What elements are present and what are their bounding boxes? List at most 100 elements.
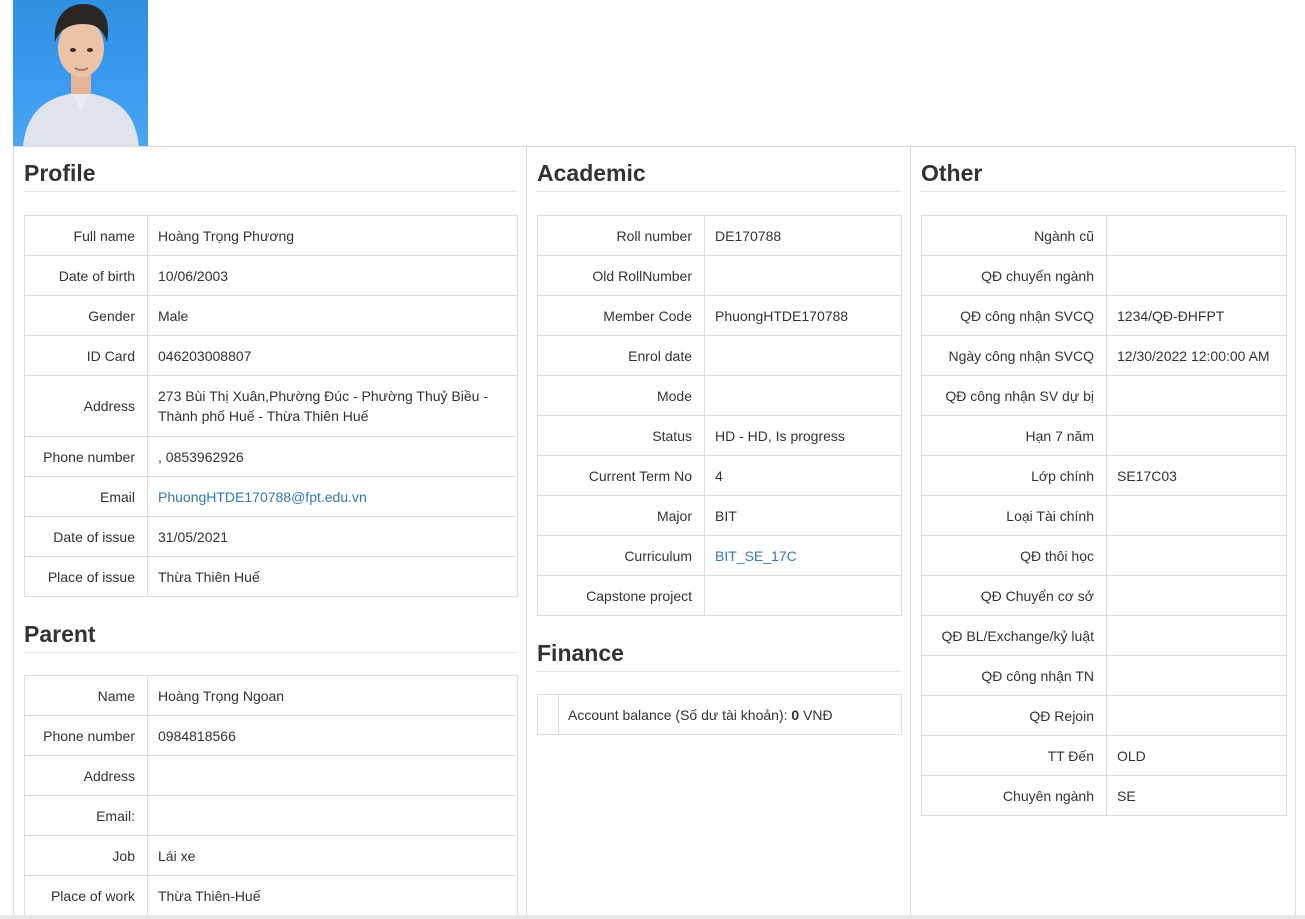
other-label: Ngành cũ [921,215,1107,256]
academic-value: PhuongHTDE170788 [704,295,902,336]
parent-value: Lái xe [147,835,518,876]
other-value [1106,255,1287,296]
profile-value: Male [147,295,518,336]
profile-label: Phone number [24,436,148,477]
profile-value: , 0853962926 [147,436,518,477]
other-label: QĐ BL/Exchange/kỷ luật [921,615,1107,656]
academic-label: Current Term No [537,455,705,496]
parent-table: Name Hoàng Trọng Ngoan Phone number 0984818… [24,675,518,916]
academic-value: 4 [704,455,902,496]
other-row: TT Đến OLD [921,735,1287,776]
academic-label: Capstone project [537,575,705,616]
other-label: QĐ Chuyển cơ sở [921,575,1107,616]
parent-row: Phone number 0984818566 [24,715,518,756]
other-value [1106,495,1287,536]
other-row: Ngành cũ [921,215,1287,256]
curriculum-link[interactable]: BIT_SE_17C [715,548,797,564]
other-label: QĐ công nhận SVCQ [921,295,1107,336]
parent-row: Name Hoàng Trọng Ngoan [24,675,518,716]
other-value [1106,535,1287,576]
academic-value [704,575,902,616]
account-balance: Account balance (Số dư tài khoản): 0 VNĐ [558,694,902,735]
academic-row: Current Term No 4 [537,455,902,496]
academic-row: Enrol date [537,335,902,376]
other-row: QĐ chuyển ngành [921,255,1287,296]
account-balance-currency: VNĐ [803,706,833,723]
other-row: QĐ Rejoin [921,695,1287,736]
academic-row: Capstone project [537,575,902,616]
academic-label: Major [537,495,705,536]
profile-column: Profile Full name Hoàng Trọng Phương Date … [14,147,527,919]
other-label: QĐ công nhận SV dự bị [921,375,1107,416]
other-row: QĐ Chuyển cơ sở [921,575,1287,616]
academic-row: Major BIT [537,495,902,536]
profile-row: Gender Male [24,295,518,336]
other-value: SE17C03 [1106,455,1287,496]
profile-row: Date of birth 10/06/2003 [24,255,518,296]
academic-value [704,335,902,376]
parent-row: Place of work Thừa Thiên-Huế [24,875,518,916]
academic-label: Status [537,415,705,456]
other-label: QĐ thôi học [921,535,1107,576]
other-row: Loại Tài chính [921,495,1287,536]
profile-label: Address [24,375,148,437]
profile-row: ID Card 046203008807 [24,335,518,376]
parent-row: Job Lái xe [24,835,518,876]
profile-heading: Profile [24,160,96,186]
profile-label: Gender [24,295,148,336]
academic-value: HD - HD, Is progress [704,415,902,456]
parent-row: Email: [24,795,518,836]
other-value [1106,615,1287,656]
other-value: 12/30/2022 12:00:00 AM [1106,335,1287,376]
other-value [1106,375,1287,416]
other-row: QĐ BL/Exchange/kỷ luật [921,615,1287,656]
other-value: OLD [1106,735,1287,776]
profile-value: Hoàng Trọng Phương [147,215,518,256]
email-link[interactable]: PhuongHTDE170788@fpt.edu.vn [158,489,367,505]
other-label: QĐ công nhận TN [921,655,1107,696]
academic-row: Status HD - HD, Is progress [537,415,902,456]
other-row: QĐ thôi học [921,535,1287,576]
parent-label: Job [24,835,148,876]
other-label: Ngày công nhận SVCQ [921,335,1107,376]
parent-label: Address [24,755,148,796]
other-label: Chuyên ngành [921,775,1107,816]
profile-label: Place of issue [24,556,148,597]
academic-row: Roll number DE170788 [537,215,902,256]
account-balance-amount: 0 [791,706,800,723]
academic-row: Mode [537,375,902,416]
profile-label: Date of issue [24,516,148,557]
other-value [1106,695,1287,736]
profile-row: Address 273 Bùi Thị Xuân,Phường Đúc - Phư… [24,375,518,437]
bottom-divider [0,915,1305,919]
parent-label: Email: [24,795,148,836]
academic-label: Member Code [537,295,705,336]
profile-value: 046203008807 [147,335,518,376]
other-table: Ngành cũ QĐ chuyển ngành QĐ công nhận SVCQ… [921,215,1287,816]
academic-label: Roll number [537,215,705,256]
other-label: Hạn 7 năm [921,415,1107,456]
profile-label: Email [24,476,148,517]
academic-value [704,255,902,296]
other-label: QĐ chuyển ngành [921,255,1107,296]
other-column: Other Ngành cũ QĐ chuyển ngành QĐ công nhậ… [911,147,1297,919]
other-value: 1234/QĐ-ĐHFPT [1106,295,1287,336]
parent-row: Address [24,755,518,796]
academic-row: Old RollNumber [537,255,902,296]
account-balance-label: Account balance (Số dư tài khoản): [568,706,788,723]
profile-row: Phone number, 0853962926 [24,436,518,477]
academic-label: Old RollNumber [537,255,705,296]
other-value [1106,575,1287,616]
parent-value [147,755,518,796]
academic-row: Curriculum BIT_SE_17C [537,535,902,576]
finance-heading: Finance [537,640,624,666]
academic-value: DE170788 [704,215,902,256]
other-row: Chuyên ngành SE [921,775,1287,816]
academic-value: BIT_SE_17C [704,535,902,576]
other-value [1106,215,1287,256]
student-photo [13,0,148,146]
parent-value [147,795,518,836]
profile-value: 273 Bùi Thị Xuân,Phường Đúc - Phường Thu… [147,375,518,437]
other-row: QĐ công nhận SV dự bị [921,375,1287,416]
other-heading: Other [921,160,983,186]
